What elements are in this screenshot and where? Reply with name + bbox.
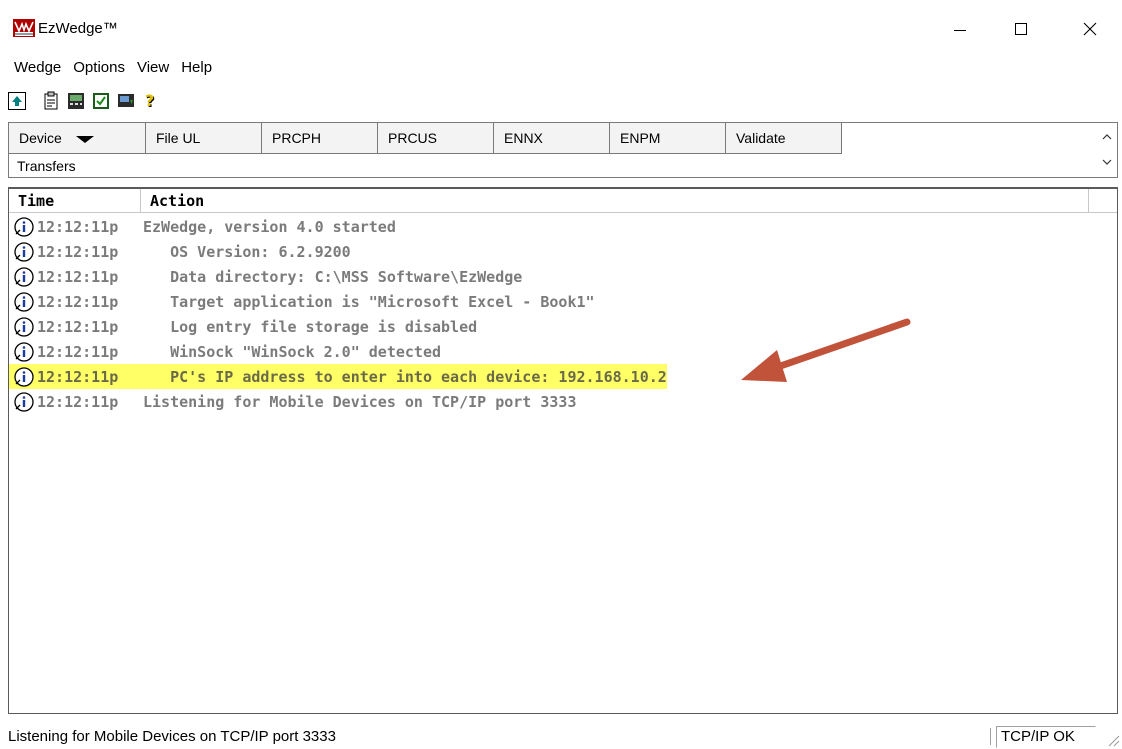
validate-button[interactable] <box>90 90 112 112</box>
tab-prcph[interactable]: PRCPH <box>262 123 378 154</box>
window-title: EzWedge™ <box>38 20 118 37</box>
log-row[interactable]: 12:12:11p EzWedge, version 4.0 started <box>9 214 1117 239</box>
tab-device-label: Device <box>19 130 62 146</box>
activity-log[interactable]: Time Action 12:12:11p EzWedge, version 4.… <box>8 187 1118 714</box>
clipboard-button[interactable] <box>40 90 62 112</box>
device-config-button[interactable] <box>65 90 87 112</box>
log-row[interactable]: 12:12:11p Data directory: C:\MSS Softwar… <box>9 264 1117 289</box>
log-time: 12:12:11p <box>37 217 119 236</box>
tab-enpm[interactable]: ENPM <box>610 123 726 154</box>
close-button[interactable] <box>1067 12 1113 46</box>
toolbar-separator <box>33 90 34 112</box>
log-row[interactable]: 12:12:11p Target application is "Microso… <box>9 289 1117 314</box>
info-icon <box>14 316 34 337</box>
tab-row: Device File UL PRCPH PRCUS ENNX ENPM Val… <box>9 123 842 154</box>
help-button[interactable]: ?? <box>140 90 162 112</box>
log-time: 12:12:11p <box>37 367 119 386</box>
tab-transfers[interactable]: Transfers <box>9 154 76 178</box>
info-icon <box>14 216 34 237</box>
log-action: Target application is "Microsoft Excel -… <box>143 292 595 311</box>
info-icon <box>14 291 34 312</box>
upload-button[interactable] <box>8 92 26 110</box>
resize-grip-icon[interactable] <box>1106 733 1120 747</box>
minimize-icon <box>954 29 966 31</box>
log-action: Log entry file storage is disabled <box>143 317 478 336</box>
tab-prcus[interactable]: PRCUS <box>378 123 494 154</box>
log-row[interactable]: 12:12:11p Listening for Mobile Devices on… <box>9 389 1117 414</box>
info-icon <box>14 341 34 362</box>
tab-ennx[interactable]: ENNX <box>494 123 610 154</box>
arrow-up-icon <box>12 96 22 106</box>
log-action: WinSock "WinSock 2.0" detected <box>143 342 442 361</box>
log-action: Listening for Mobile Devices on TCP/IP p… <box>143 392 577 411</box>
log-time: 12:12:11p <box>37 292 119 311</box>
log-rows: 12:12:11p EzWedge, version 4.0 started 12:… <box>9 214 1117 414</box>
menu-help[interactable]: Help <box>175 56 218 80</box>
close-icon <box>1083 22 1097 36</box>
title-bar: EzWedge™ <box>0 0 1122 48</box>
tab-device[interactable]: Device <box>9 123 146 154</box>
log-action: PC's IP address to enter into each devic… <box>143 367 667 386</box>
log-row[interactable]: 12:12:11p OS Version: 6.2.9200 <box>9 239 1117 264</box>
download-button[interactable] <box>115 90 137 112</box>
connection-status-badge: TCP/IP OK <box>996 726 1096 748</box>
log-action: Data directory: C:\MSS Software\EzWedge <box>143 267 523 286</box>
column-header-filler <box>1089 189 1117 213</box>
svg-text:?: ? <box>145 91 154 110</box>
log-row[interactable]: 12:12:11p PC's IP address to enter into … <box>9 364 1117 389</box>
app-logo-icon <box>13 19 35 37</box>
tab-file-ul[interactable]: File UL <box>146 123 262 154</box>
checkbox-icon <box>93 93 109 109</box>
log-action: EzWedge, version 4.0 started <box>143 217 396 236</box>
device-icon <box>68 93 84 109</box>
download-icon <box>118 94 134 107</box>
info-icon <box>14 266 34 287</box>
column-header-time[interactable]: Time <box>9 189 141 213</box>
status-bar: Listening for Mobile Devices on TCP/IP p… <box>0 722 1122 749</box>
log-time: 12:12:11p <box>37 317 119 336</box>
menu-view[interactable]: View <box>131 56 175 80</box>
scroll-up-icon[interactable] <box>1101 131 1113 143</box>
log-row[interactable]: 12:12:11p WinSock "WinSock 2.0" detected <box>9 339 1117 364</box>
help-icon: ?? <box>145 91 155 111</box>
caret-down-icon <box>75 135 94 143</box>
log-row[interactable]: 12:12:11p Log entry file storage is disa… <box>9 314 1117 339</box>
info-icon <box>14 366 34 387</box>
transfer-tabs: Device File UL PRCPH PRCUS ENNX ENPM Val… <box>8 122 1118 178</box>
info-icon <box>14 241 34 262</box>
log-action: OS Version: 6.2.9200 <box>143 242 351 261</box>
minimize-button[interactable] <box>937 12 983 46</box>
status-message: Listening for Mobile Devices on TCP/IP p… <box>6 728 991 745</box>
log-time: 12:12:11p <box>37 267 119 286</box>
tab-validate[interactable]: Validate <box>726 123 842 154</box>
log-time: 12:12:11p <box>37 342 119 361</box>
column-header-action[interactable]: Action <box>141 189 1089 213</box>
log-header: Time Action <box>9 189 1117 213</box>
menu-wedge[interactable]: Wedge <box>0 56 67 80</box>
menu-bar: Wedge Options View Help <box>0 56 218 80</box>
log-time: 12:12:11p <box>37 392 119 411</box>
info-icon <box>14 391 34 412</box>
maximize-button[interactable] <box>998 12 1044 46</box>
clipboard-icon <box>44 91 58 110</box>
toolbar: ?? <box>8 85 165 117</box>
log-time: 12:12:11p <box>37 242 119 261</box>
annotation-arrow-icon <box>741 318 911 382</box>
scroll-down-icon[interactable] <box>1101 156 1113 168</box>
menu-options[interactable]: Options <box>67 56 131 80</box>
maximize-icon <box>1015 23 1027 35</box>
